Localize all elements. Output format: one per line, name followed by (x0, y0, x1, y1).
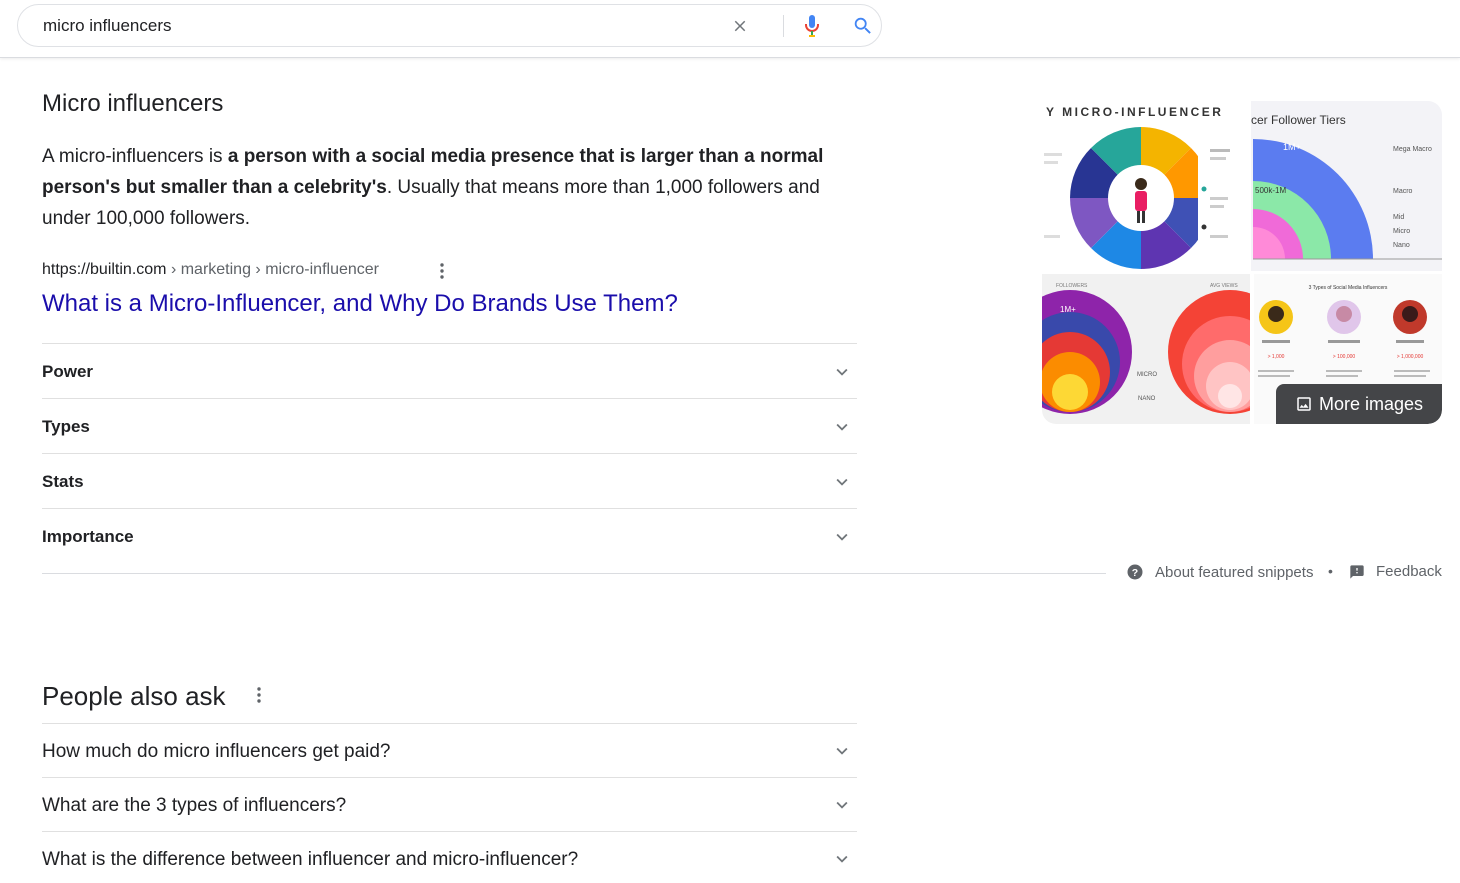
source-domain: https://builtin.com (42, 261, 167, 278)
section-importance[interactable]: Importance (42, 508, 857, 563)
more-images-button[interactable]: More images (1276, 384, 1442, 424)
clear-search-button[interactable] (727, 13, 753, 39)
tile3-label: FOLLOWERS (1056, 283, 1088, 289)
section-types[interactable]: Types (42, 398, 857, 453)
more-vert-icon (257, 687, 261, 703)
tile4-value: > 1,000,000 (1397, 354, 1424, 360)
paa-question[interactable]: What is the difference between influence… (42, 831, 857, 883)
feedback-label: Feedback (1376, 563, 1442, 580)
people-also-ask-menu-button[interactable] (249, 684, 269, 706)
snippet-text: A micro-influencers is a person with a s… (42, 141, 857, 234)
voice-search-button[interactable] (799, 13, 825, 39)
chevron-down-icon (836, 423, 848, 431)
tile4-value: > 1,000 (1268, 354, 1285, 360)
search-submit-button[interactable] (849, 13, 877, 39)
tile4-heading: 3 Types of Social Media Influencers (1309, 285, 1388, 291)
microphone-icon (805, 15, 819, 37)
section-label: Power (42, 362, 94, 381)
paa-question-text: How much do micro influencers get paid? (42, 741, 391, 762)
tile1-heading: Y MICRO-INFLUENCER (1046, 105, 1223, 119)
image-thumbnail-follower-tiers[interactable]: cer Follower Tiers 1M+ 500k-1M Mega Macr… (1251, 101, 1442, 271)
tile2-tier-label: 1M+ (1283, 142, 1301, 152)
feedback-link[interactable]: Feedback (1349, 563, 1442, 580)
chevron-down-icon (836, 801, 848, 809)
wheel-infographic: Y MICRO-INFLUENCER (1044, 105, 1248, 269)
image-icon (1297, 397, 1311, 411)
tile2-tier-label: Macro (1393, 188, 1413, 195)
snippet-sections: Power Types Stats Importance (42, 343, 857, 563)
paa-question[interactable]: What are the 3 types of influencers? (42, 777, 857, 831)
help-circle-icon: ? (1127, 564, 1143, 580)
tile4-value: > 100,000 (1333, 354, 1356, 360)
reach-circles-infographic: FOLLOWERS AVG VIEWS 1M+ MICRO NANO (1042, 283, 1250, 414)
section-power[interactable]: Power (42, 343, 857, 398)
image-grid: Y MICRO-INFLUENCER cer Follower Tiers 1M… (1042, 101, 1442, 424)
image-thumbnail-reach-circles[interactable]: FOLLOWERS AVG VIEWS 1M+ MICRO NANO (1042, 274, 1250, 424)
tile2-tier-label: Nano (1393, 242, 1410, 249)
more-vert-icon (440, 263, 444, 279)
tile2-tier-label: Micro (1393, 228, 1410, 235)
search-header (0, 0, 1460, 58)
svg-text:?: ? (1132, 567, 1138, 579)
tile3-label: 1M+ (1060, 305, 1076, 314)
people-also-ask-list: How much do micro influencers get paid? … (42, 723, 857, 883)
source-menu-button[interactable] (432, 260, 452, 282)
source-path: › marketing › micro-influencer (166, 261, 379, 278)
tile3-label: AVG VIEWS (1210, 283, 1238, 289)
tile2-tier-label: Mega Macro (1393, 146, 1432, 153)
source-citation[interactable]: https://builtin.com › marketing › micro-… (42, 261, 379, 279)
snippet-divider (42, 573, 1106, 574)
about-featured-snippets-link[interactable]: ? About featured snippets (1126, 563, 1313, 581)
chevron-down-icon (836, 747, 848, 755)
image-thumbnail-wheel[interactable]: Y MICRO-INFLUENCER (1042, 101, 1250, 271)
paa-question-text: What is the difference between influence… (42, 849, 579, 870)
section-label: Stats (42, 472, 84, 491)
section-label: Importance (42, 527, 134, 546)
search-box[interactable] (17, 4, 882, 47)
tile3-label: NANO (1138, 396, 1156, 402)
paa-question[interactable]: How much do micro influencers get paid? (42, 723, 857, 777)
snippet-text-start: A micro-influencers is (42, 146, 228, 167)
chevron-down-icon (836, 368, 848, 376)
people-also-ask-title: People also ask (42, 681, 226, 711)
tile2-tier-label: 500k-1M (1255, 186, 1286, 195)
chevron-down-icon (836, 855, 848, 863)
chevron-down-icon (836, 478, 848, 486)
search-divider (783, 15, 784, 37)
tile2-tier-label: Mid (1393, 214, 1404, 221)
about-featured-snippets-label: About featured snippets (1155, 563, 1314, 581)
section-label: Types (42, 417, 90, 436)
snippet-title: Micro influencers (42, 90, 224, 117)
section-stats[interactable]: Stats (42, 453, 857, 508)
search-input[interactable] (43, 5, 703, 46)
follower-tiers-infographic: cer Follower Tiers 1M+ 500k-1M Mega Macr… (1251, 113, 1442, 260)
search-icon (854, 17, 871, 34)
close-icon (734, 20, 746, 32)
footer-separator: • (1328, 563, 1333, 579)
tile2-heading: cer Follower Tiers (1251, 113, 1346, 127)
tile3-label: MICRO (1137, 372, 1157, 378)
more-images-label: More images (1318, 393, 1424, 414)
paa-question-text: What are the 3 types of influencers? (42, 795, 347, 816)
result-link[interactable]: What is a Micro-Influencer, and Why Do B… (42, 290, 678, 318)
feedback-icon (1350, 564, 1364, 579)
chevron-down-icon (836, 533, 848, 541)
